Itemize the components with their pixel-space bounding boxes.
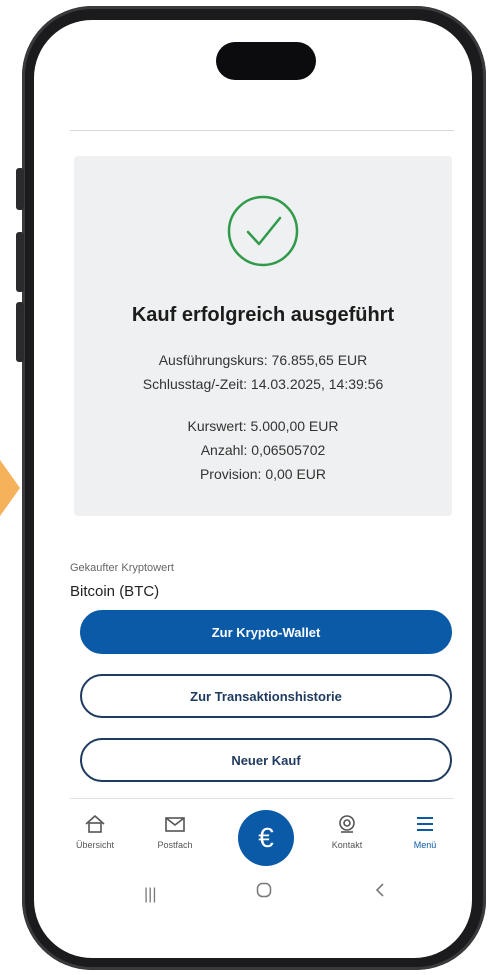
tab-contact-label: Kontakt [331, 840, 363, 850]
mail-icon [165, 817, 185, 832]
system-recent-apps-button[interactable]: ||| [144, 886, 156, 904]
quantity-text: Anzahl: 0,06505702 [200, 442, 326, 458]
tab-inbox[interactable]: Postfach [140, 814, 210, 850]
wallet-button[interactable]: Zur Krypto-Wallet [80, 610, 452, 654]
back-chevron-icon [375, 883, 384, 897]
tab-overview[interactable]: Übersicht [60, 814, 130, 850]
execution-rate-text: Ausführungskurs: 76.855,65 EUR [158, 352, 368, 368]
new-purchase-button[interactable]: Neuer Kauf [80, 738, 452, 782]
home-icon [85, 815, 105, 833]
close-date-text: Schlusstag/-Zeit: 14.03.2025, 14:39:56 [142, 376, 384, 392]
phone-action-button [16, 168, 24, 210]
tab-overview-label: Übersicht [75, 840, 114, 850]
tab-menu[interactable]: Menü [390, 814, 460, 850]
hamburger-menu-icon [417, 817, 433, 831]
tab-contact[interactable]: Kontakt [312, 814, 382, 850]
tab-menu-label: Menü [413, 840, 437, 850]
success-title: Kauf erfolgreich ausgeführt [131, 304, 395, 326]
header-divider [70, 130, 454, 131]
dynamic-island [216, 42, 316, 80]
app-screen: Kauf erfolgreich ausgeführt Ausführungsk… [34, 20, 472, 958]
commission-text: Provision: 0,00 EUR [199, 466, 327, 482]
transaction-history-button[interactable]: Zur Transaktionshistorie [80, 674, 452, 718]
home-circle-icon [256, 882, 272, 898]
contact-headset-icon [339, 815, 355, 833]
system-back-button[interactable] [374, 882, 386, 903]
tab-inbox-label: Postfach [157, 840, 193, 850]
asset-value: Bitcoin (BTC) [70, 583, 160, 600]
check-circle-icon [227, 195, 299, 267]
market-value-text: Kurswert: 5.000,00 EUR [187, 418, 339, 434]
asset-label: Gekaufter Kryptowert [70, 562, 174, 574]
phone-volume-up-button [16, 232, 24, 292]
euro-action-button[interactable]: € [238, 810, 294, 866]
system-home-button[interactable] [256, 882, 272, 903]
success-card: Kauf erfolgreich ausgeführt Ausführungsk… [74, 156, 452, 516]
phone-volume-down-button [16, 302, 24, 362]
tabbar-divider [70, 798, 454, 799]
orange-pointer-arrow [0, 460, 20, 516]
